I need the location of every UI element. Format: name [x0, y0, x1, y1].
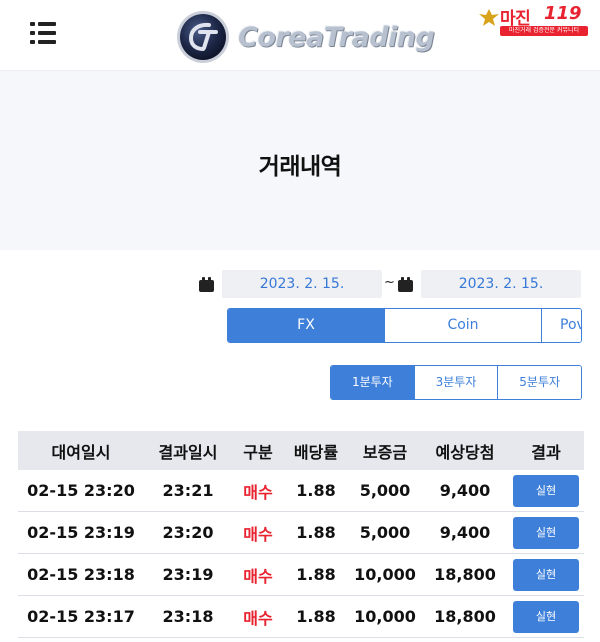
duration-tabs: 1분투자 3분투자 5분투자: [330, 365, 582, 400]
market-tabs: FX Coin Pov: [227, 308, 582, 343]
deposit-cell: 10,000: [354, 607, 416, 626]
header-expected: 예상당첨: [435, 442, 495, 462]
header-deposit: 보증금: [362, 442, 408, 462]
table-row: 02-15 23:18 23:19 매수 1.88 10,000 18,800 …: [18, 554, 584, 596]
rate-cell: 1.88: [296, 481, 336, 500]
result-button[interactable]: 실현: [513, 600, 579, 633]
expected-cell: 9,400: [439, 523, 491, 542]
tab-coin[interactable]: Coin: [385, 309, 542, 342]
table-header: 대여일시 결과일시 구분 배당률 보증금 예상당첨 결과: [18, 431, 584, 470]
expected-cell: 9,400: [439, 481, 491, 500]
hamburger-menu-icon[interactable]: [30, 22, 56, 44]
deposit-cell: 5,000: [359, 523, 411, 542]
rate-cell: 1.88: [296, 565, 336, 584]
title-band: 거래내역: [0, 70, 600, 250]
rate-cell: 1.88: [296, 523, 336, 542]
result-time-cell: 23:19: [162, 565, 214, 584]
date-separator: ~: [384, 275, 395, 290]
result-cell: 실현: [508, 474, 584, 507]
tab-5min[interactable]: 5분투자: [498, 366, 581, 399]
tab-1min[interactable]: 1분투자: [331, 366, 415, 399]
calendar-icon[interactable]: [398, 277, 413, 292]
margin119-badge[interactable]: 마진 119 마진거래 검증전문 커뮤니티: [478, 3, 590, 38]
expected-cell: 18,800: [434, 565, 496, 584]
result-button[interactable]: 실현: [513, 516, 579, 549]
badge-subtitle: 마진거래 검증전문 커뮤니티: [500, 26, 588, 36]
header-rate: 배당률: [293, 442, 339, 462]
result-cell: 실현: [508, 558, 584, 591]
header-result: 결과: [531, 442, 561, 462]
calendar-icon[interactable]: [199, 277, 214, 292]
tab-fx[interactable]: FX: [228, 309, 385, 342]
corea-trading-emblem-icon: [177, 11, 229, 63]
result-time-cell: 23:20: [162, 523, 214, 542]
rate-cell: 1.88: [296, 607, 336, 626]
rent-time-cell: 02-15 23:18: [27, 565, 135, 584]
eagle-emblem-icon: [479, 9, 499, 26]
badge-number: 119: [544, 3, 582, 24]
site-logo[interactable]: CoreaTrading: [176, 10, 436, 64]
rent-time-cell: 02-15 23:19: [27, 523, 135, 542]
table-row: 02-15 23:20 23:21 매수 1.88 5,000 9,400 실현: [18, 470, 584, 512]
type-cell: 매수: [243, 608, 273, 628]
result-time-cell: 23:21: [162, 481, 214, 500]
deposit-cell: 5,000: [359, 481, 411, 500]
tab-3min[interactable]: 3분투자: [414, 366, 499, 399]
rent-time-cell: 02-15 23:17: [27, 607, 135, 626]
type-cell: 매수: [243, 524, 273, 544]
app-header: CoreaTrading 마진 119 마진거래 검증전문 커뮤니티: [0, 0, 600, 70]
header-rent-time: 대여일시: [51, 442, 111, 462]
type-cell: 매수: [243, 482, 273, 502]
table-row: 02-15 23:19 23:20 매수 1.88 5,000 9,400 실현: [18, 512, 584, 554]
page-title: 거래내역: [258, 154, 342, 180]
expected-cell: 18,800: [434, 607, 496, 626]
result-time-cell: 23:18: [162, 607, 214, 626]
result-button[interactable]: 실현: [513, 558, 579, 591]
logo-wordmark: CoreaTrading: [238, 22, 435, 53]
end-date-field[interactable]: 2023. 2. 15.: [421, 270, 581, 298]
result-cell: 실현: [508, 600, 584, 633]
deposit-cell: 10,000: [354, 565, 416, 584]
table-row: 02-15 23:17 23:18 매수 1.88 10,000 18,800 …: [18, 596, 584, 638]
type-cell: 매수: [243, 566, 273, 586]
rent-time-cell: 02-15 23:20: [27, 481, 135, 500]
start-date-field[interactable]: 2023. 2. 15.: [222, 270, 382, 298]
tab-pov[interactable]: Pov: [542, 309, 581, 342]
result-button[interactable]: 실현: [513, 474, 579, 507]
result-cell: 실현: [508, 516, 584, 549]
trade-history-table: 대여일시 결과일시 구분 배당률 보증금 예상당첨 결과 02-15 23:20…: [18, 431, 584, 638]
header-type: 구분: [243, 442, 273, 462]
header-result-time: 결과일시: [158, 442, 218, 462]
